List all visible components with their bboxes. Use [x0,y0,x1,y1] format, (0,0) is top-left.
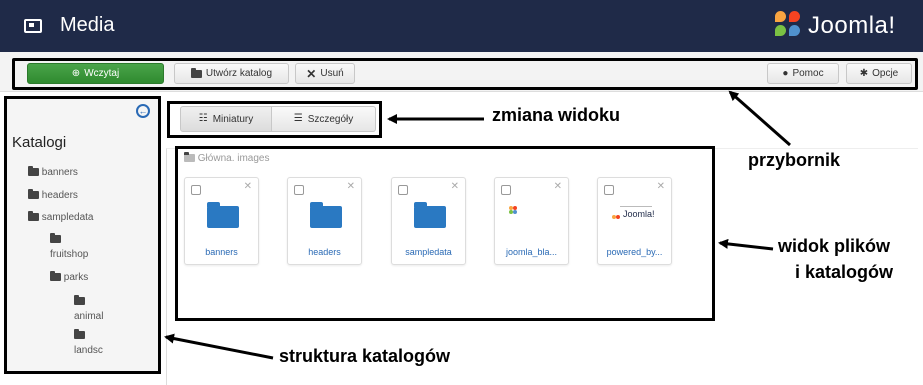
arrow-folder-structure [164,333,274,360]
annotation-arrows [164,90,791,360]
arrow-files-view [718,238,774,251]
arrow-toolbar [728,90,791,147]
